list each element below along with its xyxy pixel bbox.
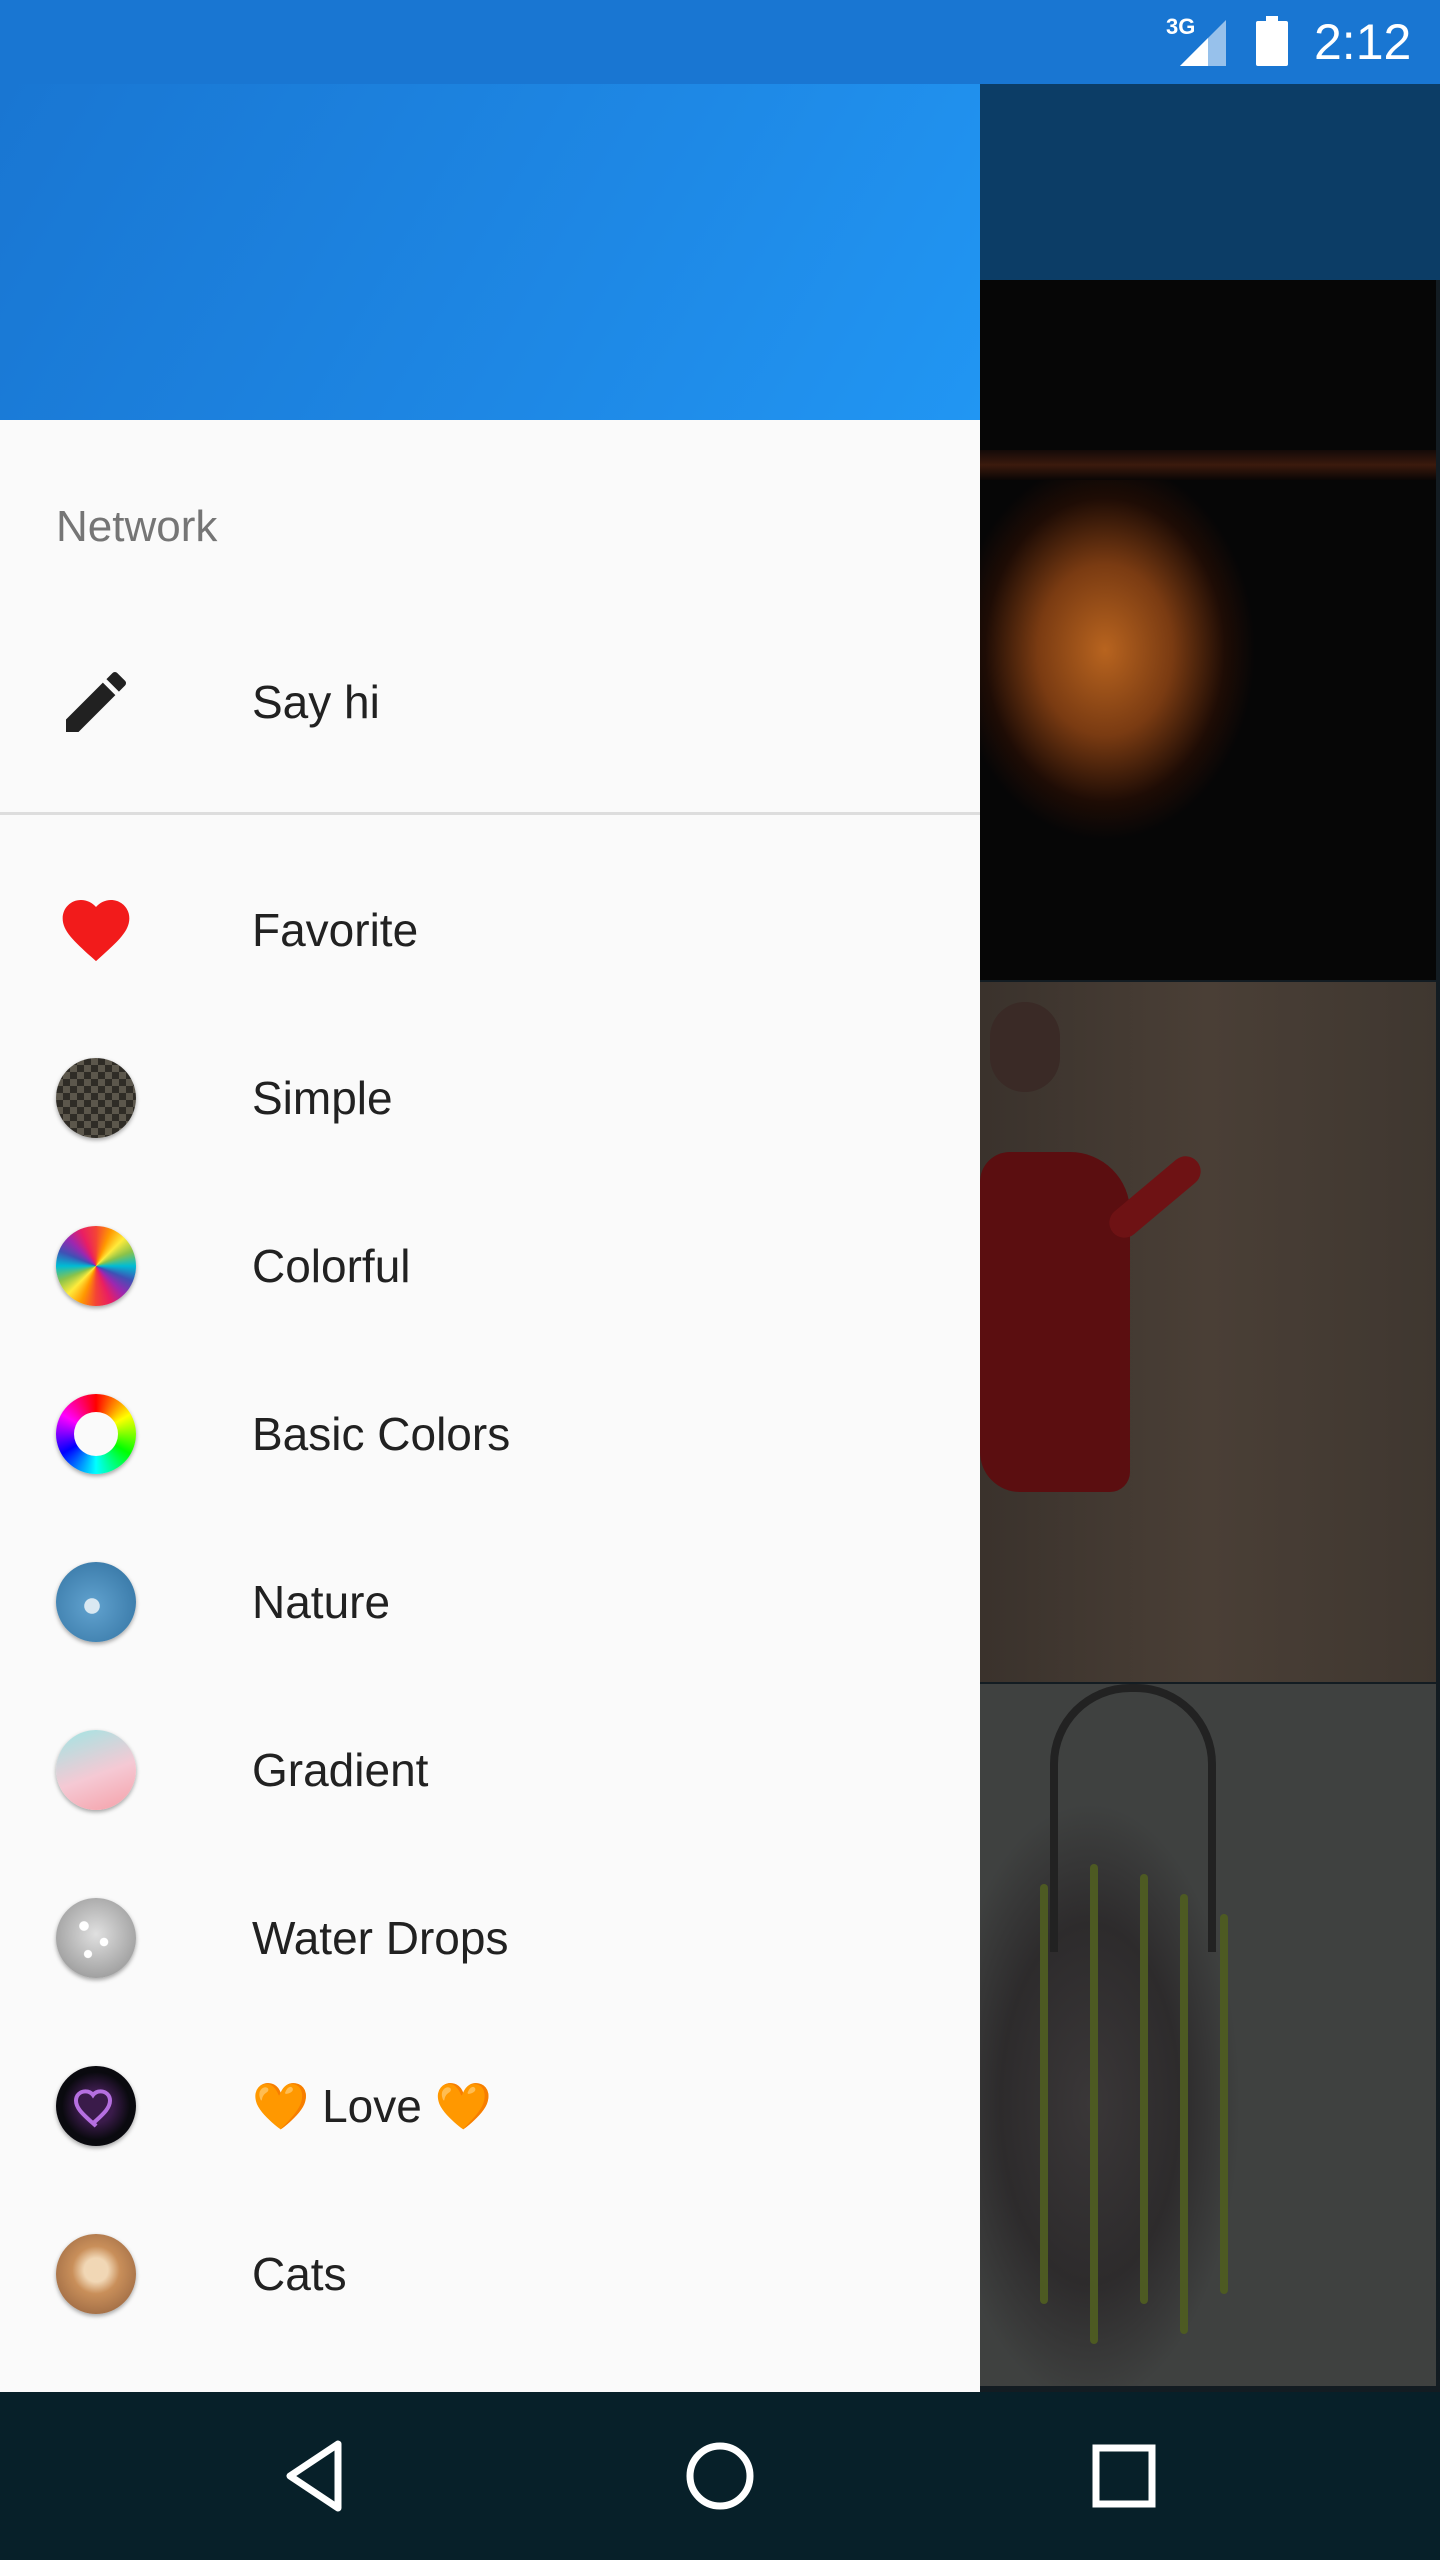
menu-item-favorite[interactable]: Favorite xyxy=(0,846,980,1014)
vine xyxy=(1090,1864,1098,2344)
menu-item-label: Basic Colors xyxy=(252,1408,511,1460)
doll-head xyxy=(990,1002,1060,1092)
divider xyxy=(0,812,980,815)
vine xyxy=(1140,1874,1148,2304)
menu-item-gradient[interactable]: Gradient xyxy=(0,1686,980,1854)
clock: 2:12 xyxy=(1314,14,1412,70)
doll-dress xyxy=(980,1152,1130,1492)
menu-item-love[interactable]: 🧡 Love 🧡 xyxy=(0,2022,980,2190)
menu-item-say-hi[interactable]: Say hi xyxy=(0,618,980,786)
app-toolbar xyxy=(980,84,1440,280)
menu-item-label: Cats xyxy=(252,2248,347,2300)
menu-item-label: Say hi xyxy=(252,676,380,728)
battery-icon xyxy=(1256,16,1288,66)
menu-item-label: 🧡 Love 🧡 xyxy=(252,2078,492,2134)
menu-item-basic-colors[interactable]: Basic Colors xyxy=(0,1350,980,1518)
love-label-text: Love xyxy=(322,2080,422,2132)
status-bar: 3G 2:12 xyxy=(0,0,1440,84)
love-heart-icon xyxy=(56,2066,136,2146)
menu-item-nature[interactable]: Nature xyxy=(0,1518,980,1686)
sunset-horizon xyxy=(980,450,1436,480)
heart-icon xyxy=(62,900,130,962)
drawer-header xyxy=(0,84,980,420)
signal-icon xyxy=(1180,20,1226,66)
menu-item-colorful[interactable]: Colorful xyxy=(0,1182,980,1350)
wallpaper-candle[interactable] xyxy=(980,280,1436,980)
home-icon[interactable] xyxy=(676,2432,764,2520)
cat-icon xyxy=(56,2234,136,2314)
back-icon[interactable] xyxy=(272,2432,360,2520)
checker-pattern-icon xyxy=(56,1058,136,1138)
gradient-icon xyxy=(56,1730,136,1810)
water-drops-icon xyxy=(56,1898,136,1978)
vine xyxy=(1220,1914,1228,2294)
menu-item-label: Colorful xyxy=(252,1240,411,1292)
section-title-network: Network xyxy=(56,502,218,551)
wallpaper-doll[interactable] xyxy=(980,982,1436,1682)
pencil-icon xyxy=(66,671,127,732)
menu-item-simple[interactable]: Simple xyxy=(0,1014,980,1182)
color-ring-icon xyxy=(56,1394,136,1474)
menu-item-label: Water Drops xyxy=(252,1912,509,1964)
colorful-wheel-icon xyxy=(56,1226,136,1306)
menu-item-label: Favorite xyxy=(252,904,419,956)
recents-icon[interactable] xyxy=(1080,2432,1168,2520)
planter-handle xyxy=(1050,1684,1216,1952)
menu-item-label: Nature xyxy=(252,1576,391,1628)
vine xyxy=(1180,1894,1188,2334)
dandelion-icon xyxy=(56,1562,136,1642)
wallpaper-planter[interactable] xyxy=(980,1684,1436,2386)
menu-item-label: Gradient xyxy=(252,1744,429,1796)
navigation-drawer: Network Say hi Favorite Simple Colorful … xyxy=(0,84,980,2392)
menu-item-label: Simple xyxy=(252,1072,393,1124)
vine xyxy=(1040,1884,1048,2304)
orange-heart-icon: 🧡 xyxy=(252,2080,310,2132)
menu-item-cats[interactable]: Cats xyxy=(0,2190,980,2358)
system-navigation-bar xyxy=(0,2392,1440,2560)
orange-heart-icon: 🧡 xyxy=(434,2080,492,2132)
menu-item-water-drops[interactable]: Water Drops xyxy=(0,1854,980,2022)
